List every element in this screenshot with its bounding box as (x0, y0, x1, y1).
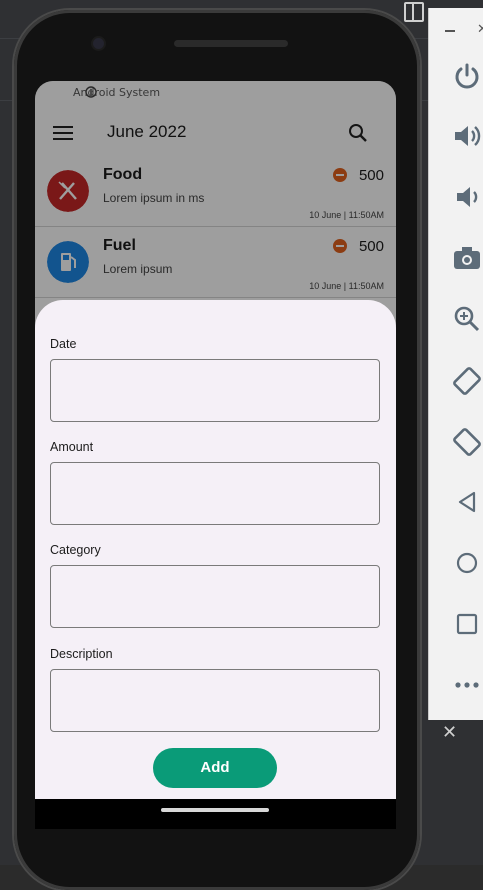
amount-label: Amount (50, 440, 94, 454)
emulator-toolbar: ✕ (428, 8, 483, 720)
overview-icon[interactable] (451, 608, 483, 640)
amount-field[interactable] (50, 462, 380, 525)
home-gesture-pill[interactable] (161, 808, 269, 812)
back-icon[interactable] (451, 486, 483, 518)
volume-up-icon[interactable] (451, 120, 483, 152)
power-icon[interactable] (451, 60, 483, 92)
rotate-left-icon[interactable] (451, 364, 483, 396)
description-field[interactable] (50, 669, 380, 732)
volume-down-icon[interactable] (451, 181, 483, 213)
phone-speaker (174, 40, 288, 47)
zoom-in-icon[interactable] (451, 303, 483, 335)
add-button[interactable]: Add (153, 748, 277, 788)
rotate-right-icon[interactable] (451, 425, 483, 457)
minimize-icon[interactable] (445, 30, 455, 32)
split-view-icon[interactable] (404, 2, 424, 22)
home-icon[interactable] (451, 547, 483, 579)
date-label: Date (50, 337, 77, 351)
emulator-window-controls: ✕ (429, 8, 483, 44)
add-transaction-sheet: Date Amount Category Description Add (35, 300, 396, 799)
camera-icon[interactable] (451, 242, 483, 274)
phone-screen: Android System June 2022 Food Lorem ipsu… (35, 81, 396, 799)
date-field[interactable] (50, 359, 380, 422)
gesture-nav-bar (35, 799, 396, 829)
phone-camera (93, 38, 104, 49)
more-icon[interactable] (451, 669, 483, 701)
description-label: Description (50, 647, 113, 661)
category-label: Category (50, 543, 101, 557)
close-icon[interactable]: ✕ (477, 22, 483, 37)
category-field[interactable] (50, 565, 380, 628)
close-icon[interactable]: ✕ (442, 722, 457, 743)
